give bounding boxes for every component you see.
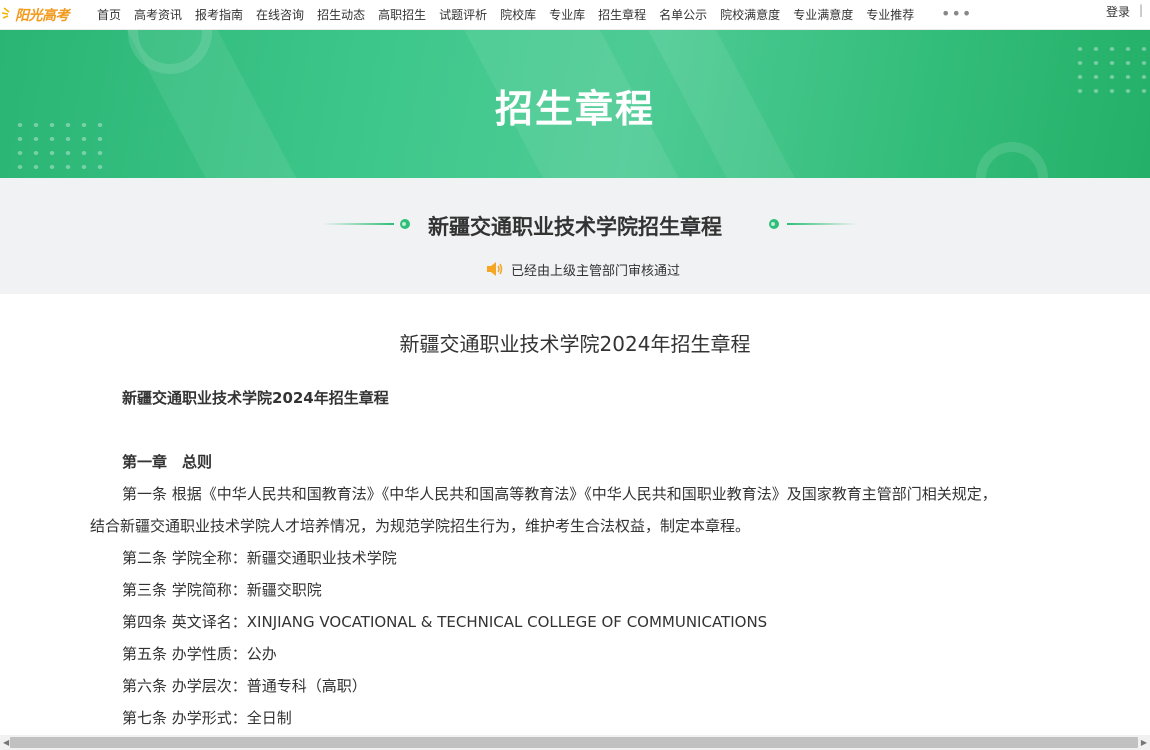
nav-vocational[interactable]: 高职招生 — [378, 6, 426, 23]
horizontal-scrollbar[interactable]: ◀ ▶ — [0, 735, 1150, 750]
nav-news[interactable]: 高考资讯 — [134, 6, 182, 23]
college-title: 新疆交通职业技术学院招生章程 — [428, 215, 722, 239]
nav-exam-review[interactable]: 试题评析 — [439, 6, 487, 23]
chapter-heading: 第一章 总则 — [122, 453, 213, 471]
article-paragraph: 第一条 根据《中华人民共和国教育法》《中华人民共和国高等教育法》《中华人民共和国… — [122, 485, 997, 503]
approval-notice-text: 已经由上级主管部门审核通过 — [511, 263, 681, 279]
nav-guide[interactable]: 报考指南 — [195, 6, 243, 23]
more-menu-icon[interactable]: ••• — [941, 4, 972, 23]
logo-text: 阳光高考 — [15, 8, 70, 24]
top-nav-bar: 阳光高考 首页 高考资讯 报考指南 在线咨询 招生动态 高职招生 试题评析 院校… — [0, 0, 1150, 30]
nav-home[interactable]: 首页 — [97, 6, 121, 23]
article-paragraph: 结合新疆交通职业技术学院人才培养情况，为规范学院招生行为，维护考生合法权益，制定… — [90, 517, 751, 535]
article-title: 新疆交通职业技术学院2024年招生章程 — [399, 332, 751, 356]
article-paragraph: 第七条 办学形式：全日制 — [122, 709, 292, 727]
nav-major-satisfaction[interactable]: 专业满意度 — [793, 6, 853, 23]
site-logo[interactable]: 阳光高考 — [2, 3, 72, 25]
nav-public-lists[interactable]: 名单公示 — [659, 6, 707, 23]
article-paragraph: 第四条 英文译名：XINJIANG VOCATIONAL & TECHNICAL… — [122, 613, 768, 631]
nav-major-recommend[interactable]: 专业推荐 — [866, 6, 914, 23]
nav-college-satisfaction[interactable]: 院校满意度 — [720, 6, 780, 23]
title-decoration-dot — [769, 219, 779, 229]
nav-majors[interactable]: 专业库 — [549, 6, 585, 23]
article-paragraph: 第二条 学院全称：新疆交通职业技术学院 — [122, 549, 397, 567]
article-heading: 新疆交通职业技术学院2024年招生章程 — [122, 389, 389, 407]
title-band: 新疆交通职业技术学院招生章程 已经由上级主管部门审核通过 — [0, 178, 1150, 294]
login-link[interactable]: 登录 — [1106, 3, 1130, 20]
banner-title: 招生章程 — [494, 87, 655, 131]
scroll-right-icon[interactable]: ▶ — [1141, 738, 1147, 747]
nav-separator: | — [1139, 3, 1144, 17]
speaker-icon — [487, 262, 503, 276]
article-paragraph: 第三条 学院简称：新疆交职院 — [122, 581, 322, 599]
scrollbar-thumb[interactable] — [10, 737, 1138, 748]
page-banner: 招生章程 — [0, 30, 1150, 178]
nav-regulations[interactable]: 招生章程 — [598, 6, 646, 23]
approval-notice: 已经由上级主管部门审核通过 — [486, 260, 681, 279]
article-paragraph: 第五条 办学性质：公办 — [122, 645, 277, 663]
nav-enroll-news[interactable]: 招生动态 — [317, 6, 365, 23]
banner-ring — [976, 142, 1048, 178]
nav-colleges[interactable]: 院校库 — [500, 6, 536, 23]
scroll-left-icon[interactable]: ◀ — [3, 738, 9, 747]
title-decoration-right — [787, 223, 857, 225]
article-paragraph: 第六条 办学层次：普通专科（高职） — [122, 677, 367, 695]
nav-consult[interactable]: 在线咨询 — [256, 6, 304, 23]
main-nav: 首页 高考资讯 报考指南 在线咨询 招生动态 高职招生 试题评析 院校库 专业库… — [97, 0, 927, 29]
